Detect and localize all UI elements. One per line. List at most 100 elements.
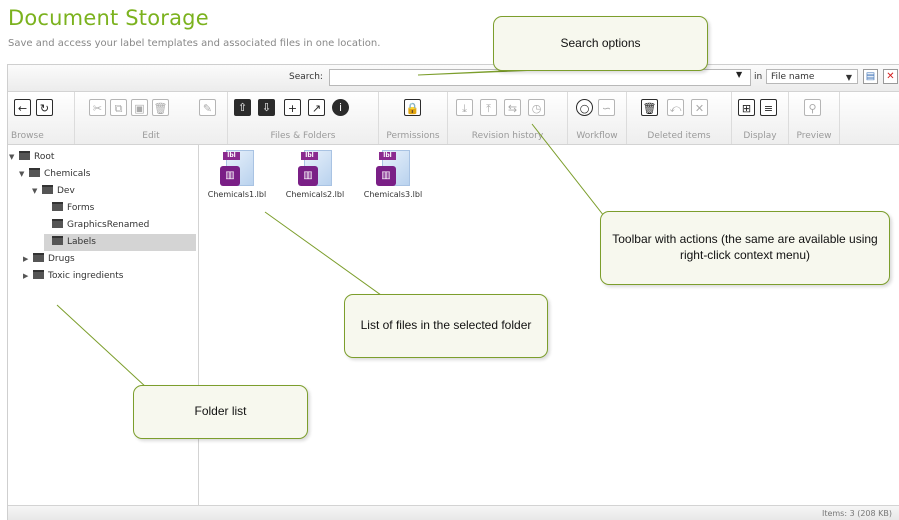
expanded-arrow-icon[interactable]: ▼ [9, 149, 17, 166]
tree-item-root[interactable]: ▼ Root [9, 149, 54, 166]
toolbar-group-edit: ✂ ⧉ ▣ 🗑 ✎ Edit [75, 92, 228, 144]
tree-item-label: Forms [67, 203, 95, 213]
clear-search-icon[interactable]: ✕ [883, 69, 898, 84]
toolbar-group-display: ⊞ ≡ Display [732, 92, 789, 144]
document-storage-panel: Search: ▼ in File name ▼ ▤ ✕ ← ↻ Browse … [7, 64, 899, 520]
expanded-arrow-icon[interactable]: ▼ [32, 183, 40, 200]
grid-view-icon[interactable]: ⊞ [738, 99, 755, 116]
file-item[interactable]: lbl ▥ Chemicals2.lbl [279, 150, 351, 199]
search-bar: Search: ▼ in File name ▼ ▤ ✕ [8, 65, 899, 92]
magnifier-icon[interactable]: ⚲ [804, 99, 821, 116]
back-arrow-icon[interactable]: ← [14, 99, 31, 116]
file-item[interactable]: lbl ▥ Chemicals3.lbl [357, 150, 429, 199]
toolbar-group-preview: ⚲ Preview [789, 92, 840, 144]
expanded-arrow-icon[interactable]: ▼ [19, 166, 27, 183]
revision-compare-icon[interactable]: ⇆ [504, 99, 521, 116]
tree-item-graphicsrenamed[interactable]: GraphicsRenamed [50, 217, 149, 234]
file-item[interactable]: lbl ▥ Chemicals1.lbl [201, 150, 273, 199]
file-name: Chemicals1.lbl [207, 190, 267, 199]
search-dropdown-arrow-icon[interactable]: ▼ [736, 70, 742, 79]
toolbar-label-edit: Edit [142, 131, 160, 141]
folder-icon [52, 236, 63, 245]
tree-item-label: Toxic ingredients [48, 271, 124, 281]
toolbar-label-display: Display [743, 131, 777, 141]
tree-item-label: Dev [57, 186, 75, 196]
tree-item-label: Chemicals [44, 169, 91, 179]
toolbar-label-files-folders: Files & Folders [270, 131, 336, 141]
tree-item-dev[interactable]: ▼ Dev [32, 183, 75, 200]
download-icon[interactable]: ⇩ [258, 99, 275, 116]
file-name: Chemicals3.lbl [363, 190, 423, 199]
tree-item-chemicals[interactable]: ▼ Chemicals [19, 166, 90, 183]
folder-icon [52, 202, 63, 211]
search-document-icon[interactable]: ▤ [863, 69, 878, 84]
toolbar-group-permissions: 🔒 Permissions [379, 92, 448, 144]
toolbar-label-deleted-items: Deleted items [647, 131, 711, 141]
folder-icon [33, 253, 44, 262]
collapsed-arrow-icon[interactable]: ▶ [23, 268, 31, 285]
folder-tree: ▼ Root ▼ Chemicals ▼ Dev Forms GraphicsRena… [8, 145, 199, 519]
toolbar-label-browse: Browse [11, 131, 44, 141]
chevron-down-icon: ▼ [845, 73, 852, 82]
label-file-icon: lbl ▥ [298, 150, 332, 188]
toolbar-group-deleted-items: 🗑 ⤺ ✕ Deleted items [627, 92, 732, 144]
restore-item-icon[interactable]: ⤺ [667, 99, 684, 116]
search-field-select[interactable]: File name ▼ [766, 69, 858, 84]
toolbar-group-browse: ← ↻ Browse [8, 92, 75, 144]
upload-icon[interactable]: ⇧ [234, 99, 251, 116]
callout-search-options: Search options [493, 16, 708, 71]
revision-history-icon[interactable]: ◷ [528, 99, 545, 116]
list-view-icon[interactable]: ≡ [760, 99, 777, 116]
label-badge-icon: ▥ [376, 166, 396, 186]
search-in-label: in [754, 72, 763, 82]
cut-icon[interactable]: ✂ [89, 99, 106, 116]
tree-item-label: GraphicsRenamed [67, 220, 150, 230]
workflow-state-icon[interactable]: ○ [576, 99, 593, 116]
workflow-transition-icon[interactable]: ∽ [598, 99, 615, 116]
search-field-value: File name [771, 72, 815, 82]
tree-item-toxic-ingredients[interactable]: ▶ Toxic ingredients [23, 268, 123, 285]
paste-icon[interactable]: ▣ [131, 99, 148, 116]
checkout-icon[interactable]: ⤓ [456, 99, 473, 116]
new-folder-icon[interactable]: + [284, 99, 301, 116]
purge-item-icon[interactable]: ✕ [691, 99, 708, 116]
recycle-bin-icon[interactable]: 🗑 [641, 99, 658, 116]
callout-file-list: List of files in the selected folder [344, 294, 548, 358]
rename-icon[interactable]: ✎ [199, 99, 216, 116]
file-name: Chemicals2.lbl [285, 190, 345, 199]
tree-item-labels[interactable]: Labels [44, 234, 196, 251]
toolbar: ← ↻ Browse ✂ ⧉ ▣ 🗑 ✎ Edit ⇧ ⇩ + ↗ i File… [8, 92, 899, 145]
open-file-icon[interactable]: ↗ [308, 99, 325, 116]
tree-item-label: Drugs [48, 254, 75, 264]
folder-icon [42, 185, 53, 194]
tree-item-forms[interactable]: Forms [50, 200, 94, 217]
label-file-icon: lbl ▥ [220, 150, 254, 188]
toolbar-group-revision-history: ⤓ ⤒ ⇆ ◷ Revision history [448, 92, 568, 144]
label-badge-icon: ▥ [298, 166, 318, 186]
toolbar-label-revision-history: Revision history [471, 131, 544, 141]
search-label: Search: [289, 72, 323, 82]
folder-icon [29, 168, 40, 177]
toolbar-label-workflow: Workflow [576, 131, 618, 141]
search-input[interactable] [329, 69, 751, 86]
callout-toolbar: Toolbar with actions (the same are avail… [600, 211, 890, 285]
copy-icon[interactable]: ⧉ [110, 99, 127, 116]
item-count: Items: 3 (208 KB) [821, 509, 892, 518]
lock-icon[interactable]: 🔒 [404, 99, 421, 116]
folder-icon [52, 219, 63, 228]
tree-item-label: Labels [67, 237, 96, 247]
delete-icon[interactable]: 🗑 [152, 99, 169, 116]
refresh-icon[interactable]: ↻ [36, 99, 53, 116]
toolbar-label-preview: Preview [796, 131, 832, 141]
checkin-icon[interactable]: ⤒ [480, 99, 497, 116]
collapsed-arrow-icon[interactable]: ▶ [23, 251, 31, 268]
toolbar-label-permissions: Permissions [386, 131, 440, 141]
tree-item-drugs[interactable]: ▶ Drugs [23, 251, 75, 268]
info-icon[interactable]: i [332, 99, 349, 116]
folder-icon [33, 270, 44, 279]
file-type-tag: lbl [301, 152, 318, 160]
tree-item-label: Root [34, 152, 55, 162]
label-file-icon: lbl ▥ [376, 150, 410, 188]
folder-icon [19, 151, 30, 160]
toolbar-group-files-folders: ⇧ ⇩ + ↗ i Files & Folders [228, 92, 379, 144]
